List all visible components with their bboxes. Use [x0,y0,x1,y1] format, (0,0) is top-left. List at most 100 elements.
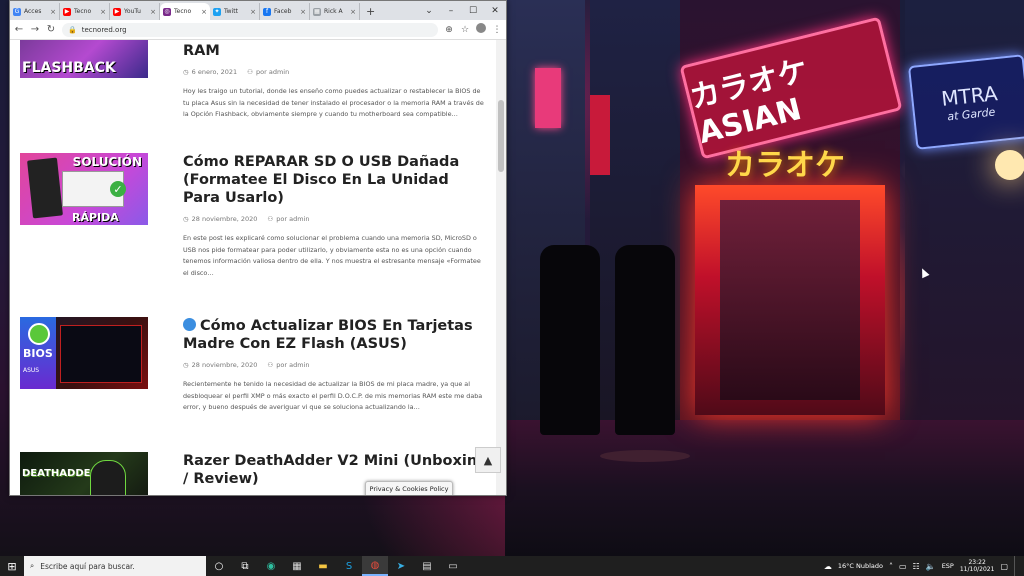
windows-start-button[interactable]: ⊞ [0,556,24,576]
post-thumbnail[interactable]: ✓ SOLUCIÓN RÁPIDA [20,153,148,225]
browser-tab[interactable]: ▶ YouTu × [110,3,160,20]
minimize-button[interactable]: – [440,1,462,20]
search-placeholder[interactable]: Escribe aquí para buscar. [40,562,135,571]
neon-sign-karaoke: カラオケ [725,148,845,183]
thumbnail-text: RÁPIDA [72,211,119,224]
browser-tab[interactable]: ◎ Tecno × [160,3,210,20]
author-text[interactable]: por admin [276,361,309,369]
post-body: Actualizar Tu Placa Base Sin CPU + RAM ◷… [183,40,488,121]
post-meta: ◷ 28 noviembre, 2020 ⚇ por admin [183,361,488,369]
volume-icon[interactable]: 🔈 [926,562,936,571]
post-author[interactable]: ⚇ por admin [247,68,289,76]
street-light [995,150,1024,180]
close-tab-icon[interactable]: × [201,8,207,16]
show-desktop-button[interactable] [1014,556,1018,576]
clock[interactable]: 23:22 11/10/2021 [960,559,995,573]
close-tab-icon[interactable]: × [50,8,56,16]
search-icon: ⌕ [30,561,35,570]
new-tab-button[interactable]: + [360,3,381,20]
notepad-icon[interactable]: ▤ [414,556,440,576]
telegram-icon[interactable]: ➤ [388,556,414,576]
tab-title[interactable]: Tecno [174,8,198,15]
post-thumbnail[interactable]: BIOS ASUS [20,317,148,389]
post-card: BIOS ASUS Cómo Actualizar BIOS En Tarjet… [20,317,490,447]
browser-tab[interactable]: G Acces × [10,3,60,20]
page-scrollbar[interactable] [496,40,506,495]
post-title[interactable]: Actualizar Tu Placa Base Sin CPU + RAM [183,40,488,60]
person-silhouette [540,245,600,435]
battery-icon[interactable]: ▭ [899,562,907,571]
install-app-icon[interactable]: ⊕ [444,25,454,35]
close-tab-icon[interactable]: × [100,8,106,16]
tab-title[interactable]: Twitt [224,8,247,15]
mouse-image [90,460,126,495]
weather-text[interactable]: 16°C Nublado [838,562,883,570]
maximize-button[interactable]: ☐ [462,1,484,20]
browser-tab[interactable]: f Faceb × [260,3,310,20]
back-button[interactable]: ← [14,24,24,35]
clock-time[interactable]: 23:22 [968,559,985,566]
scrollbar-thumb[interactable] [498,100,504,172]
profile-avatar[interactable] [476,23,486,36]
close-tab-icon[interactable]: × [350,8,356,16]
user-icon: ⚇ [267,361,274,369]
calculator-icon[interactable]: ▦ [284,556,310,576]
tab-title[interactable]: Faceb [274,8,297,15]
back-to-top-button[interactable]: ▲ [475,447,501,473]
cookie-policy-button[interactable]: Privacy & Cookies Policy [365,481,453,495]
notification-icon[interactable]: ▢ [1000,562,1008,571]
browser-window: G Acces × ▶ Tecno × ▶ YouTu × ◎ Tecno × ✦ Twitt × f Face… [9,0,507,496]
author-text[interactable]: por admin [276,215,309,223]
tab-title[interactable]: Rick A [324,8,347,15]
post-body: Cómo REPARAR SD O USB Dañada (Formatee E… [183,153,488,279]
date-text: 28 noviembre, 2020 [191,361,258,369]
post-title-text[interactable]: Cómo Actualizar BIOS En Tarjetas Madre C… [183,318,473,352]
network-icon[interactable]: ☷ [913,562,920,571]
show-hidden-icons-icon[interactable]: ˄ [889,562,893,571]
post-title[interactable]: Cómo REPARAR SD O USB Dañada (Formatee E… [183,153,488,207]
forward-button[interactable]: → [30,24,40,35]
vertical-neon-sign [590,95,610,175]
chrome-icon[interactable]: ◍ [362,556,388,576]
browser-tab[interactable]: ✦ Twitt × [210,3,260,20]
lock-icon[interactable]: 🔒 [68,26,77,34]
clock-date[interactable]: 11/10/2021 [960,566,995,573]
reload-button[interactable]: ↻ [46,24,56,35]
url-text[interactable]: tecnored.org [82,26,127,34]
menu-kebab-icon[interactable]: ⋮ [492,25,502,35]
cortana-icon[interactable]: ○ [206,556,232,576]
cloud-icon[interactable]: ☁ [824,562,832,571]
close-button[interactable]: ✕ [484,1,506,20]
browser-tab[interactable]: ▶ Tecno × [60,3,110,20]
youtube-icon: ▶ [63,7,71,16]
close-tab-icon[interactable]: × [250,8,256,16]
file-explorer-icon[interactable]: ▬ [310,556,336,576]
avatar[interactable] [476,23,486,33]
post-date: ◷ 6 enero, 2021 [183,68,237,76]
edge-icon[interactable]: ◉ [258,556,284,576]
skype-icon[interactable]: S [336,556,362,576]
tab-search-icon[interactable]: ⌄ [418,1,440,20]
close-tab-icon[interactable]: × [150,8,156,16]
task-view-icon[interactable]: ⧉ [232,556,258,576]
close-tab-icon[interactable]: × [300,8,306,16]
person-silhouette [615,245,675,435]
post-meta: ◷ 6 enero, 2021 ⚇ por admin [183,68,488,76]
post-title[interactable]: Cómo Actualizar BIOS En Tarjetas Madre C… [183,317,488,353]
taskbar-search-box[interactable]: ⌕ Escribe aquí para buscar. [24,556,206,576]
bookmark-star-icon[interactable]: ☆ [460,25,470,35]
post-thumbnail[interactable]: FLASHBACK [20,40,148,78]
post-author[interactable]: ⚇ por admin [267,215,309,223]
tab-title[interactable]: Tecno [74,8,97,15]
post-author[interactable]: ⚇ por admin [267,361,309,369]
language-indicator[interactable]: ESP [942,562,954,570]
tab-title[interactable]: YouTu [124,8,147,15]
browser-tab[interactable]: ▦ Rick A × [310,3,360,20]
post-thumbnail[interactable]: DEATHADDER V2 [20,452,148,495]
thumbnail-brand: ASUS [23,367,40,374]
tab-title[interactable]: Acces [24,8,47,15]
terminal-icon[interactable]: ▭ [440,556,466,576]
taskbar-apps: ○ ⧉ ◉ ▦ ▬ S ◍ ➤ ▤ ▭ [206,556,466,576]
author-text[interactable]: por admin [256,68,289,76]
address-bar[interactable]: 🔒 tecnored.org [62,22,438,37]
